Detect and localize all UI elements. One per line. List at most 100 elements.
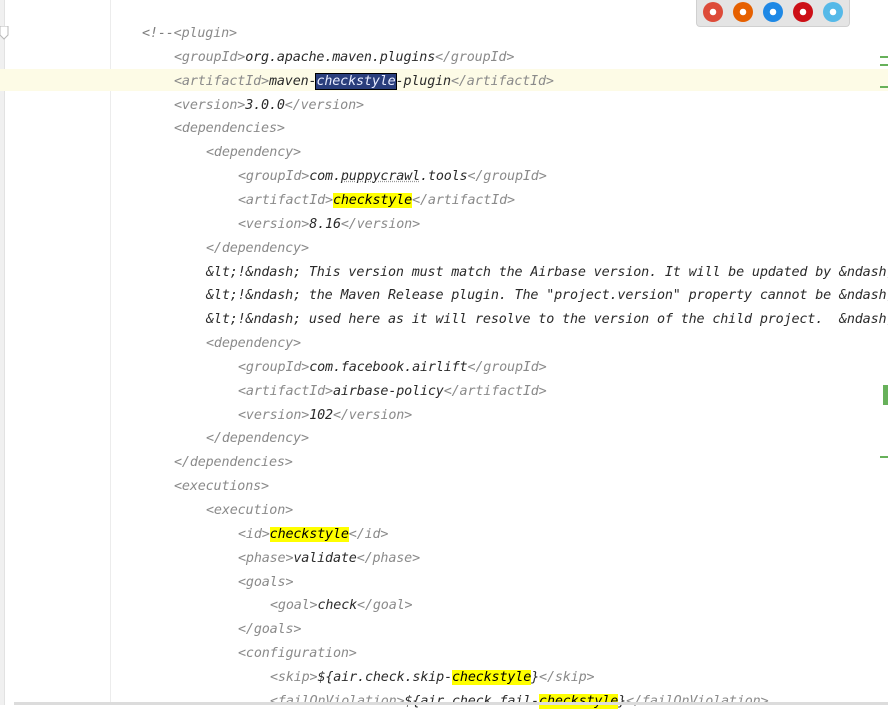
code-line[interactable]: &lt;!&ndash; the Maven Release plugin. T… [206,284,888,308]
xml-tag: </groupId> [435,49,515,65]
code-line[interactable]: <id>checkstyle</id> [238,523,388,547]
code-text: 8.16 [309,216,341,232]
code-line[interactable]: <skip>${air.check.skip-checkstyle}</skip… [270,666,595,690]
code-text: maven- [268,73,317,89]
code-line[interactable]: <execution> [206,499,293,523]
code-text: &lt;!&ndash; the Maven Release plugin. T… [206,288,888,304]
ie-icon[interactable] [823,2,843,22]
code-line[interactable]: <configuration> [238,642,357,666]
code-line[interactable]: <artifactId>airbase-policy</artifactId> [238,380,547,404]
xml-tag: </artifactId> [443,383,547,399]
xml-tag: <artifactId> [238,192,333,208]
code-text: <!-- [142,26,174,41]
code-line[interactable]: <version>102</version> [238,404,412,428]
xml-tag: <version> [238,407,310,423]
xml-tag: </skip> [539,669,595,685]
xml-tag: <phase> [238,550,294,566]
xml-tag: <dependency> [206,336,301,352]
opera-icon[interactable] [793,2,813,22]
code-text: puppycrawl [340,169,420,185]
firefox-icon[interactable] [733,2,753,22]
code-text: .tools [420,169,468,185]
code-text: airbase-policy [332,383,444,399]
code-text: &lt;!&ndash; used here as it will resolv… [206,312,888,328]
code-line[interactable]: &lt;!&ndash; This version must match the… [206,261,888,285]
code-text: com. [309,169,341,185]
xml-tag: <id> [238,526,270,542]
xml-tag: <groupId> [238,359,310,375]
xml-tag: </version> [284,97,364,113]
search-match: checkstyle [452,669,532,685]
xml-tag: </groupId> [467,169,547,185]
xml-tag: <groupId> [174,49,246,65]
xml-tag: <goal> [270,598,318,614]
right-gutter-marker[interactable] [880,456,888,458]
code-text: -plugin [395,73,452,89]
code-text: 102 [309,407,333,423]
code-line[interactable]: <goals> [238,571,294,595]
xml-tag: </dependency> [206,240,309,256]
xml-tag: </dependencies> [174,455,293,471]
right-gutter-marker[interactable] [880,86,888,88]
xml-tag: <skip> [270,669,318,685]
code-text: &lt;!&ndash; This version must match the… [206,264,888,280]
search-match: checkstyle [269,526,349,542]
code-line[interactable]: <!--<plugin> [142,22,237,46]
search-match: checkstyle [332,192,413,208]
xml-tag: </groupId> [467,359,547,375]
code-line[interactable]: <phase>validate</phase> [238,547,420,571]
xml-tag: <artifactId> [174,73,269,89]
code-line[interactable]: <artifactId>checkstyle</artifactId> [238,189,515,213]
xml-tag: <goals> [238,574,294,590]
xml-tag: <dependencies> [174,121,285,137]
xml-tag: <execution> [206,503,294,518]
code-line[interactable]: <artifactId>maven-checkstyle-plugin</art… [174,70,554,94]
code-text: validate [293,550,357,566]
xml-tag: </id> [348,526,389,542]
code-line[interactable]: </dependency> [206,427,309,451]
safari-icon[interactable] [763,2,783,22]
xml-tag: </phase> [356,550,420,566]
code-line[interactable]: <executions> [174,475,269,499]
code-line[interactable]: <goal>check</goal> [270,594,413,618]
code-editor[interactable]: <!--<plugin> <groupId>org.apache.maven.pl… [0,0,888,709]
code-line[interactable]: <version>3.0.0</version> [174,94,364,118]
xml-tag: <artifactId> [238,383,333,399]
code-line[interactable]: </goals> [238,618,301,642]
code-line[interactable]: &lt;!&ndash; used here as it will resolv… [206,308,888,332]
xml-tag: </version> [340,216,420,232]
code-line[interactable]: </dependency> [206,237,309,261]
code-text: } [531,669,540,685]
code-line[interactable]: <dependencies> [174,117,285,141]
search-match: checkstyle [315,72,397,90]
code-line[interactable]: </dependencies> [174,451,293,475]
xml-tag: </goals> [238,622,302,638]
code-text: com.facebook.airlift [309,359,468,375]
xml-tag: </artifactId> [450,73,554,89]
xml-tag: <version> [238,216,310,232]
xml-tag: <configuration> [238,646,357,662]
browser-launch-bar [696,0,850,27]
right-gutter-marker[interactable] [880,64,888,66]
xml-tag: </version> [332,407,413,423]
xml-tag: <version> [174,97,246,113]
xml-tag: <plugin> [173,26,237,41]
right-gutter-marker[interactable] [880,56,888,58]
xml-tag: <groupId> [238,169,310,185]
code-text: 3.0.0 [245,97,285,113]
code-line[interactable]: <dependency> [206,332,301,356]
code-line[interactable]: <version>8.16</version> [238,213,420,237]
right-gutter-marker[interactable] [883,385,888,405]
code-line[interactable]: <groupId>org.apache.maven.plugins</group… [174,46,514,70]
code-text: ${air.check.skip- [317,669,452,685]
xml-tag: <executions> [174,479,269,495]
code-line[interactable]: <dependency> [206,141,301,165]
xml-tag: </artifactId> [412,192,515,208]
code-line[interactable]: <groupId>com.facebook.airlift</groupId> [238,356,547,380]
xml-tag: </goal> [357,598,413,614]
xml-tag: <dependency> [206,145,301,161]
code-text: check [317,598,358,614]
code-line[interactable]: <groupId>com.puppycrawl.tools</groupId> [238,165,547,189]
chrome-icon[interactable] [703,2,723,22]
xml-tag: </dependency> [206,431,309,447]
